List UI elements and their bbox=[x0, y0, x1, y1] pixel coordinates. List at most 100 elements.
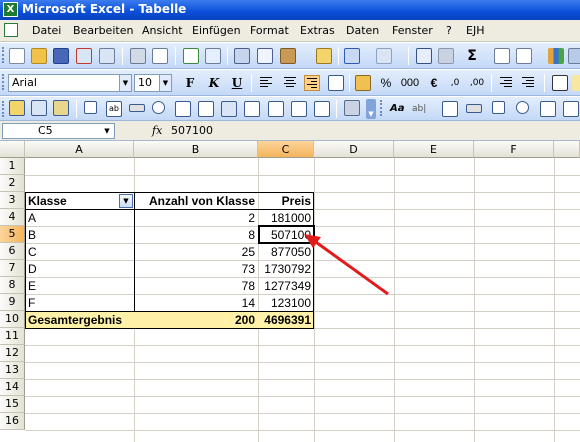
row-header[interactable]: 12 bbox=[0, 345, 25, 362]
pivot-row-label[interactable]: B bbox=[26, 227, 133, 243]
menu-datei[interactable]: Datei bbox=[32, 24, 61, 37]
row-header[interactable]: 5 bbox=[0, 226, 25, 243]
column-header-f[interactable]: F bbox=[474, 141, 554, 158]
decrease-decimal-icon[interactable]: ,00 bbox=[469, 75, 485, 91]
label-control-icon[interactable] bbox=[291, 101, 307, 117]
menu-format[interactable]: Format bbox=[250, 24, 289, 37]
increase-indent-icon[interactable] bbox=[520, 75, 536, 91]
save-icon[interactable] bbox=[53, 48, 69, 64]
pivot-cell-price[interactable]: 181000 bbox=[259, 210, 314, 226]
spin-button-icon[interactable] bbox=[244, 101, 260, 117]
row-header[interactable]: 9 bbox=[0, 294, 25, 311]
label-tool-icon[interactable]: Aa bbox=[390, 101, 406, 117]
chevron-down-icon[interactable]: ▼ bbox=[159, 75, 171, 91]
pivot-cell-count[interactable]: 8 bbox=[135, 227, 258, 243]
pivot-cell-count[interactable]: 25 bbox=[135, 244, 258, 260]
column-header-d[interactable]: D bbox=[314, 141, 394, 158]
menu-bearbeiten[interactable]: Bearbeiten bbox=[73, 24, 133, 37]
align-left-icon[interactable] bbox=[258, 75, 274, 91]
combo-box-icon[interactable] bbox=[198, 101, 214, 117]
form-checkbox-icon[interactable] bbox=[492, 101, 505, 114]
pivot-cell-price[interactable]: 1730792 bbox=[259, 261, 314, 277]
drawing-icon[interactable] bbox=[568, 48, 580, 64]
list-box-icon[interactable] bbox=[175, 101, 191, 117]
format-painter-icon[interactable] bbox=[316, 48, 332, 64]
row-header[interactable]: 1 bbox=[0, 158, 25, 175]
pivot-cell-count[interactable]: 14 bbox=[135, 295, 258, 311]
row-header[interactable]: 7 bbox=[0, 260, 25, 277]
menu-help[interactable]: ? bbox=[446, 24, 452, 37]
refresh-icon[interactable] bbox=[438, 48, 454, 64]
print-icon[interactable] bbox=[130, 48, 146, 64]
form-button-icon[interactable] bbox=[466, 104, 482, 113]
row-header[interactable]: 8 bbox=[0, 277, 25, 294]
menu-extras[interactable]: Extras bbox=[300, 24, 335, 37]
fill-color-icon[interactable] bbox=[572, 75, 580, 91]
checkbox-control-icon[interactable] bbox=[84, 101, 97, 114]
pivot-header-anzahl[interactable]: Anzahl von Klasse bbox=[135, 193, 258, 209]
pivot-cell-count[interactable]: 78 bbox=[135, 278, 258, 294]
column-header-b[interactable]: B bbox=[134, 141, 258, 158]
open-icon[interactable] bbox=[31, 48, 47, 64]
column-header-a[interactable]: A bbox=[25, 141, 134, 158]
thousands-separator-button[interactable]: 000 bbox=[397, 75, 423, 91]
form-option-button-icon[interactable] bbox=[516, 101, 529, 114]
toolbar-grip[interactable] bbox=[380, 100, 383, 116]
spelling-icon[interactable] bbox=[183, 48, 199, 64]
design-mode-icon[interactable] bbox=[9, 100, 25, 116]
row-header[interactable]: 11 bbox=[0, 328, 25, 345]
row-header[interactable]: 2 bbox=[0, 175, 25, 192]
euro-button[interactable]: € bbox=[425, 75, 443, 91]
borders-icon[interactable] bbox=[552, 75, 568, 91]
row-header[interactable]: 10 bbox=[0, 311, 25, 328]
row-header[interactable]: 16 bbox=[0, 413, 25, 430]
align-center-icon[interactable] bbox=[282, 75, 298, 91]
percent-style-button[interactable]: % bbox=[377, 75, 395, 91]
select-all-corner[interactable] bbox=[0, 141, 25, 158]
form-list-box-icon[interactable] bbox=[540, 101, 556, 117]
copy-icon[interactable] bbox=[257, 48, 273, 64]
insert-hyperlink-icon[interactable] bbox=[416, 48, 432, 64]
row-header[interactable]: 13 bbox=[0, 362, 25, 379]
email-icon[interactable] bbox=[99, 48, 115, 64]
pivot-row-label[interactable]: C bbox=[26, 244, 133, 260]
pivot-row-label[interactable]: F bbox=[26, 295, 133, 311]
pivot-cell-price[interactable]: 877050 bbox=[259, 244, 314, 260]
row-header[interactable]: 4 bbox=[0, 209, 25, 226]
column-header-e[interactable]: E bbox=[394, 141, 474, 158]
menu-ansicht[interactable]: Ansicht bbox=[142, 24, 183, 37]
menu-ejh[interactable]: EJH bbox=[466, 24, 484, 37]
sort-ascending-icon[interactable] bbox=[494, 48, 510, 64]
pivot-header-klasse[interactable]: Klasse bbox=[26, 193, 118, 209]
bold-button[interactable]: F bbox=[181, 75, 199, 91]
menu-fenster[interactable]: Fenster bbox=[392, 24, 433, 37]
pivot-cell-price[interactable]: 123100 bbox=[259, 295, 314, 311]
pivot-total-count[interactable]: 200 bbox=[135, 312, 258, 328]
row-header[interactable]: 6 bbox=[0, 243, 25, 260]
merge-center-icon[interactable] bbox=[328, 75, 344, 91]
row-header[interactable]: 14 bbox=[0, 379, 25, 396]
underline-button[interactable]: U bbox=[228, 75, 246, 91]
currency-icon[interactable] bbox=[355, 75, 371, 91]
pivot-row-label[interactable]: E bbox=[26, 278, 133, 294]
pivot-cell-count[interactable]: 2 bbox=[135, 210, 258, 226]
menu-daten[interactable]: Daten bbox=[346, 24, 379, 37]
decrease-indent-icon[interactable] bbox=[498, 75, 514, 91]
pivot-cell-price[interactable]: 1277349 bbox=[259, 278, 314, 294]
align-right-icon[interactable] bbox=[304, 75, 320, 91]
pivot-total-price[interactable]: 4696391 bbox=[259, 312, 314, 328]
print-preview-icon[interactable] bbox=[152, 48, 168, 64]
name-box[interactable]: C5 ▼ bbox=[2, 123, 115, 139]
increase-decimal-icon[interactable]: ,0 bbox=[447, 75, 463, 91]
cut-icon[interactable] bbox=[234, 48, 250, 64]
pivot-header-preis[interactable]: Preis bbox=[259, 193, 314, 209]
view-code-icon[interactable] bbox=[53, 100, 69, 116]
row-header[interactable]: 3 bbox=[0, 192, 25, 209]
fill-handle[interactable] bbox=[311, 240, 316, 245]
form-combo-box-icon[interactable] bbox=[563, 101, 579, 117]
image-control-icon[interactable] bbox=[314, 101, 330, 117]
font-size-combo[interactable]: 10 ▼ bbox=[134, 74, 172, 92]
textbox-control-icon[interactable]: ab bbox=[106, 101, 122, 117]
more-controls-icon[interactable] bbox=[344, 100, 360, 116]
field-dropdown-button[interactable]: ▼ bbox=[119, 194, 133, 208]
